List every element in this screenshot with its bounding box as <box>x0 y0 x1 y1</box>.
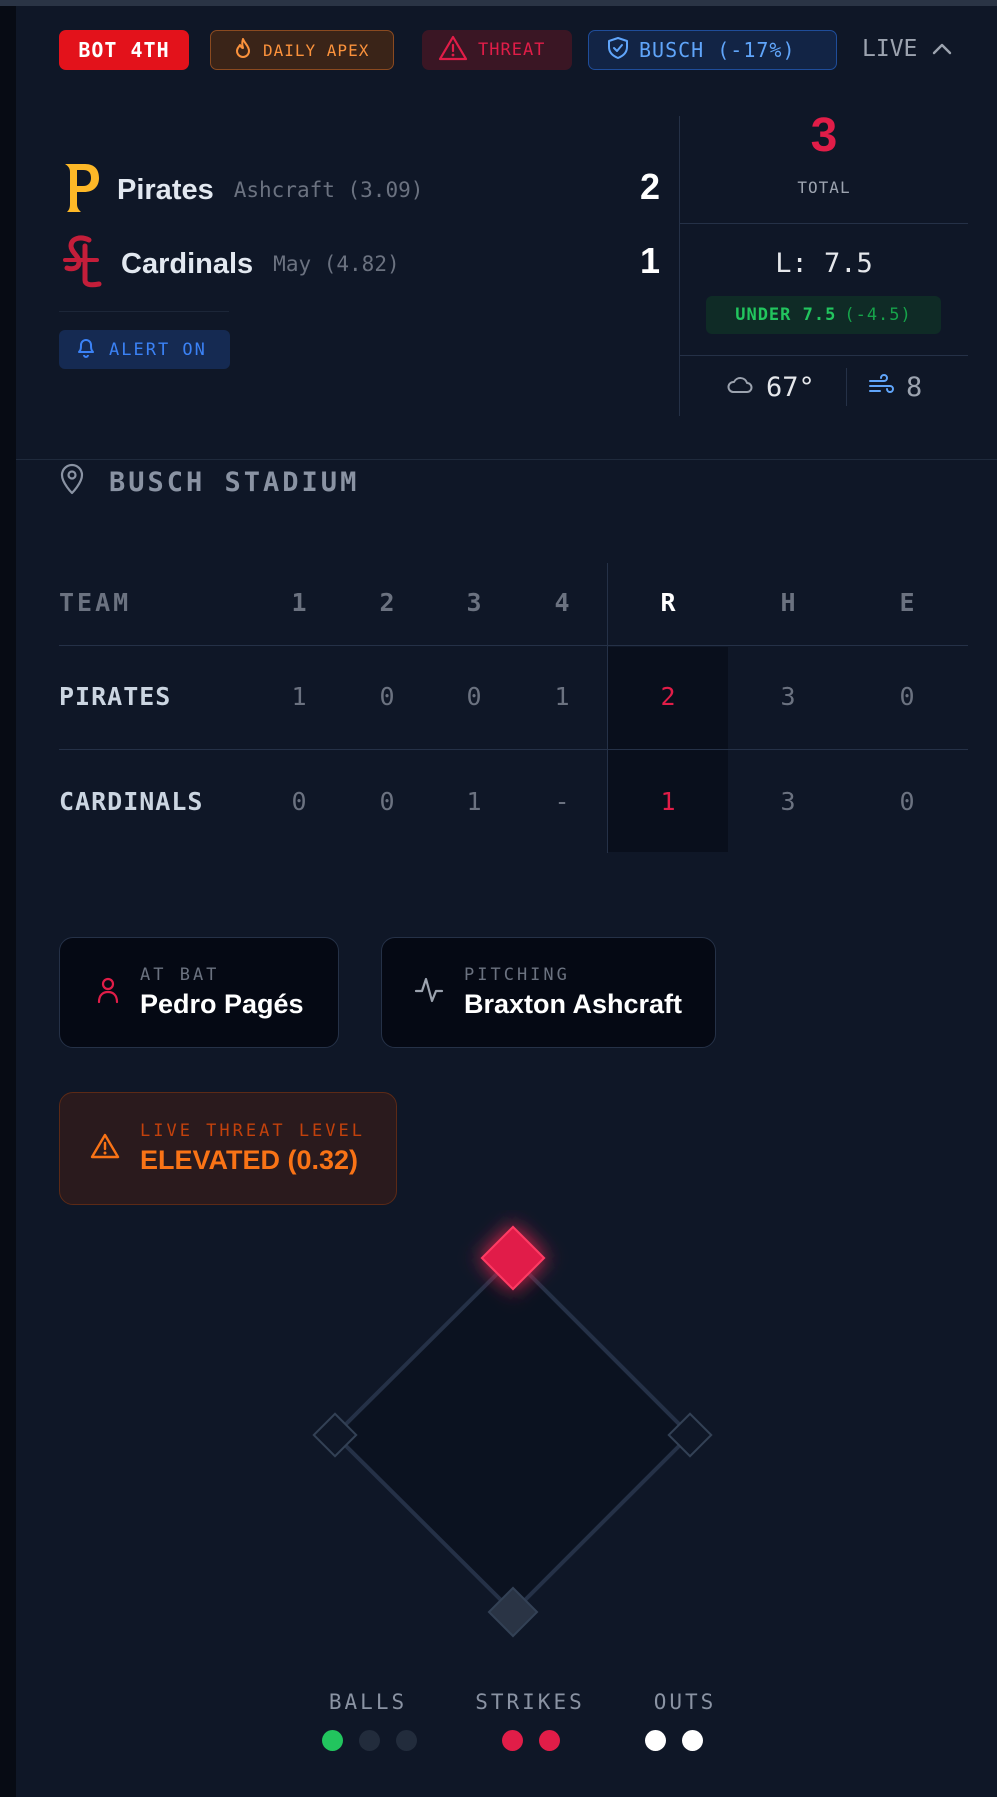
out-dot <box>645 1730 666 1751</box>
box-score-cell: 1 <box>291 682 307 711</box>
threat-level-label: LIVE THREAT LEVEL <box>140 1121 365 1141</box>
warning-icon <box>438 35 468 66</box>
box-score-cell: 0 <box>379 682 395 711</box>
team-score-pirates: 2 <box>639 166 660 207</box>
ball-dot <box>359 1730 380 1751</box>
ball-dot <box>396 1730 417 1751</box>
wind-icon <box>868 373 894 401</box>
box-score-divider <box>59 749 968 750</box>
box-score-cell: 0 <box>291 787 307 816</box>
balls-label: BALLS <box>328 1690 408 1714</box>
box-score-cell: - <box>554 787 570 816</box>
team-row-cardinals: Cardinals May (4.82) <box>59 232 400 296</box>
box-score-cell: 1 <box>554 682 570 711</box>
box-score-divider <box>59 645 968 646</box>
total-runs-value: 3 <box>810 109 838 162</box>
box-score-header-inning: 4 <box>554 588 570 617</box>
box-score-header-errors: E <box>899 588 915 617</box>
box-score-errors: 0 <box>899 682 915 711</box>
inning-label: BOT 4TH <box>78 38 170 62</box>
team-name: Cardinals <box>121 247 254 280</box>
total-runs-label: TOTAL <box>797 178 851 197</box>
probable-pitcher: May (4.82) <box>273 252 400 276</box>
temperature-value: 67° <box>766 371 815 403</box>
box-score-hits: 3 <box>780 682 796 711</box>
probable-pitcher: Ashcraft (3.09) <box>233 178 424 202</box>
chevron-up-icon <box>931 36 953 62</box>
strike-dot <box>502 1730 523 1751</box>
map-pin-icon <box>59 463 85 502</box>
live-toggle[interactable]: LIVE <box>862 36 953 62</box>
out-dot <box>682 1730 703 1751</box>
park-factor-label: BUSCH (-17%) <box>639 38 796 62</box>
box-score-team: PIRATES <box>59 682 172 711</box>
strike-dot <box>539 1730 560 1751</box>
left-rail <box>0 0 17 1797</box>
pirates-logo-icon <box>59 160 101 221</box>
threat-level-value: ELEVATED (0.32) <box>140 1145 359 1175</box>
alert-label: ALERT ON <box>109 339 207 360</box>
box-score-header-inning: 2 <box>379 588 395 617</box>
team-score-cardinals: 1 <box>639 240 660 281</box>
cardinals-logo-icon <box>59 234 105 295</box>
under-badge: UNDER 7.5 (-4.5) <box>706 296 941 334</box>
divider <box>680 355 968 356</box>
stadium-header: BUSCH STADIUM <box>59 463 359 502</box>
team-name: Pirates <box>117 173 214 206</box>
divider <box>846 368 847 406</box>
threat-label: THREAT <box>478 40 546 60</box>
box-score-cell: 0 <box>466 682 482 711</box>
park-factor-badge[interactable]: BUSCH (-17%) <box>588 30 837 70</box>
box-score-header-inning: 1 <box>291 588 307 617</box>
base-diamond <box>312 1225 713 1638</box>
box-score-cell: 0 <box>379 787 395 816</box>
box-score-runs: 1 <box>660 787 676 816</box>
ball-dot <box>322 1730 343 1751</box>
box-score-cell: 1 <box>466 787 482 816</box>
box-score-header-runs: R <box>660 588 676 617</box>
divider <box>680 223 968 224</box>
threat-badge[interactable]: THREAT <box>422 30 572 70</box>
box-score-header-hits: H <box>780 588 796 617</box>
box-score-team: CARDINALS <box>59 787 204 816</box>
temperature-readout: 67° <box>726 365 815 409</box>
flame-icon <box>233 37 253 63</box>
live-label: LIVE <box>862 36 918 62</box>
wind-readout: 8 <box>868 365 922 409</box>
box-score-hits: 3 <box>780 787 796 816</box>
alert-toggle-button[interactable]: ALERT ON <box>59 330 230 369</box>
box-score-header-inning: 3 <box>466 588 482 617</box>
cloud-icon <box>726 375 754 400</box>
at-bat-card: AT BAT Pedro Pagés <box>59 937 339 1048</box>
warning-icon <box>90 1132 120 1165</box>
bell-icon <box>75 335 97 364</box>
outs-label: OUTS <box>653 1690 717 1714</box>
box-score-divider <box>607 563 608 853</box>
daily-apex-label: DAILY APEX <box>263 40 370 60</box>
betting-line: L: 7.5 <box>775 248 873 279</box>
under-diff: (-4.5) <box>844 305 912 325</box>
user-icon <box>96 976 120 1009</box>
section-divider <box>16 459 997 460</box>
stadium-name: BUSCH STADIUM <box>109 467 360 498</box>
shield-icon <box>607 36 629 65</box>
daily-apex-badge[interactable]: DAILY APEX <box>210 30 394 70</box>
pitching-label: PITCHING <box>464 965 570 985</box>
under-label: UNDER 7.5 <box>735 305 837 325</box>
inning-badge: BOT 4TH <box>59 30 189 70</box>
threat-level-card: LIVE THREAT LEVEL ELEVATED (0.32) <box>59 1092 397 1205</box>
pitching-card: PITCHING Braxton Ashcraft <box>381 937 716 1048</box>
activity-icon <box>414 975 444 1010</box>
divider <box>59 311 229 312</box>
team-row-pirates: Pirates Ashcraft (3.09) <box>59 158 423 222</box>
box-score-errors: 0 <box>899 787 915 816</box>
top-divider <box>0 0 997 6</box>
at-bat-label: AT BAT <box>140 965 220 985</box>
strikes-label: STRIKES <box>475 1690 585 1714</box>
box-score-runs: 2 <box>660 682 676 711</box>
batter-name: Pedro Pagés <box>140 989 304 1019</box>
box-score-header-team: TEAM <box>59 588 132 617</box>
pitcher-name: Braxton Ashcraft <box>464 989 683 1019</box>
wind-value: 8 <box>906 371 923 403</box>
